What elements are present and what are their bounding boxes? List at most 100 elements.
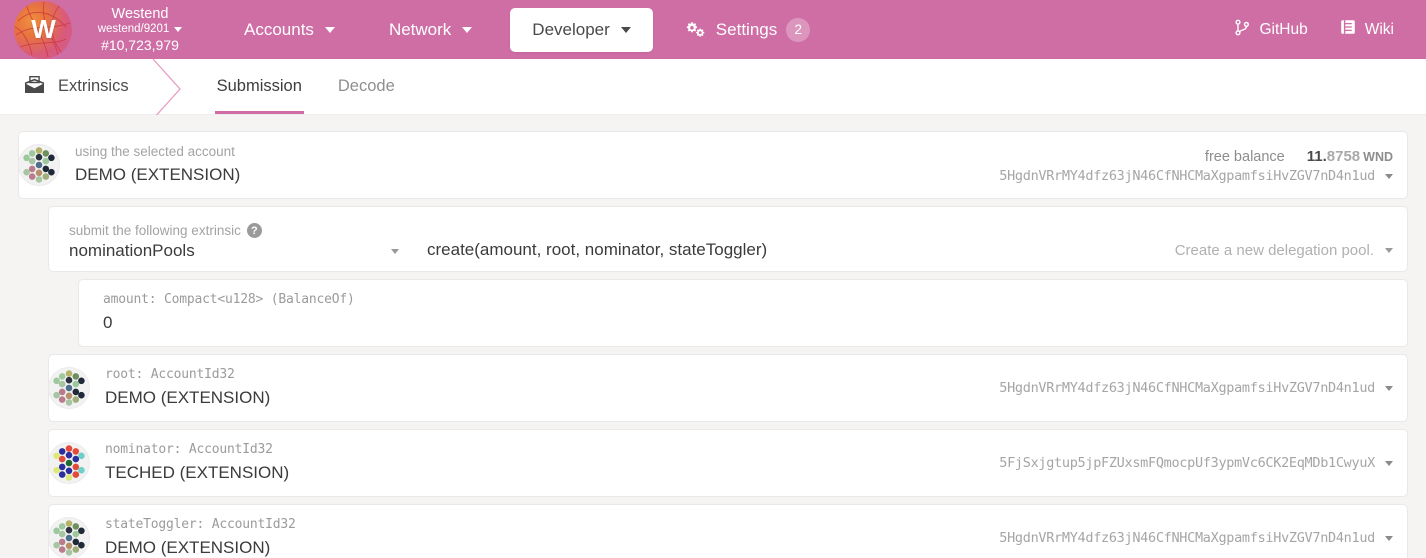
avatar[interactable] xyxy=(48,367,90,409)
extrinsic-selector-field: submit the following extrinsic ? nominat… xyxy=(48,206,1408,272)
section-title: Extrinsics xyxy=(58,77,129,95)
chain-spec-row: westend/9201 xyxy=(82,23,198,37)
param-row-statetoggler: stateToggler: AccountId32 DEMO (EXTENSIO… xyxy=(48,504,1408,558)
github-link-label: GitHub xyxy=(1259,20,1308,38)
chevron-down-icon xyxy=(174,27,183,33)
header-external-links: GitHub Wiki xyxy=(1221,11,1412,49)
extrinsic-selector-row: submit the following extrinsic ? nominat… xyxy=(48,206,1408,272)
chevron-down-icon xyxy=(391,248,399,254)
root-address-dropdown[interactable]: 5HgdnVRrMY4dfz63jN46CfNHCMaXgpamfsiHvZGV… xyxy=(999,380,1393,396)
account-label: using the selected account xyxy=(75,144,235,160)
account-selector-field[interactable]: using the selected account DEMO (EXTENSI… xyxy=(18,131,1408,199)
extrinsics-submission-form: using the selected account DEMO (EXTENSI… xyxy=(0,115,1426,558)
method-doc-select[interactable]: Create a new delegation pool. xyxy=(1175,242,1393,261)
nominator-address: 5FjSxjgtup5jpFZUxsmFQmocpUf3ypmVc6CK2EqM… xyxy=(999,455,1375,471)
root-label: root: AccountId32 xyxy=(105,367,235,383)
module-select-block: submit the following extrinsic ? nominat… xyxy=(69,221,399,261)
statetoggler-left: stateToggler: AccountId32 DEMO (EXTENSIO… xyxy=(105,515,296,558)
free-balance-int: 11. xyxy=(1306,147,1327,165)
nav-item-accounts[interactable]: Accounts xyxy=(224,10,355,50)
nominator-right: 5FjSxjgtup5jpFZUxsmFQmocpUf3ypmVc6CK2EqM… xyxy=(983,455,1393,471)
statetoggler-address-dropdown[interactable]: 5HgdnVRrMY4dfz63jN46CfNHCMaXgpamfsiHvZGV… xyxy=(999,530,1393,546)
amount-value[interactable]: 0 xyxy=(103,311,355,336)
tab-list: Submission Decode xyxy=(199,59,413,114)
chevron-down-icon xyxy=(1385,248,1393,253)
nav-item-developer[interactable]: Developer xyxy=(510,7,653,52)
tab-decode[interactable]: Decode xyxy=(320,59,413,114)
wiki-link-label: Wiki xyxy=(1364,20,1394,38)
root-address: 5HgdnVRrMY4dfz63jN46CfNHCMaXgpamfsiHvZGV… xyxy=(999,380,1375,396)
chevron-down-icon xyxy=(462,26,473,33)
param-row-root: root: AccountId32 DEMO (EXTENSION) 5Hgdn… xyxy=(48,354,1408,422)
statetoggler-account-field[interactable]: stateToggler: AccountId32 DEMO (EXTENSIO… xyxy=(48,504,1408,558)
extrinsic-label-row: submit the following extrinsic ? xyxy=(69,221,399,241)
nav-item-settings-label: Settings xyxy=(715,19,778,39)
chain-name: Westend xyxy=(111,5,169,22)
method-doc-text: Create a new delegation pool. xyxy=(1174,242,1374,259)
root-account-field[interactable]: root: AccountId32 DEMO (EXTENSION) 5Hgdn… xyxy=(48,354,1408,422)
chain-block-number: #10,723,979 xyxy=(101,36,179,53)
amount-input-field[interactable]: amount: Compact<u128> (BalanceOf) 0 xyxy=(78,279,1408,347)
chain-logo-letter: W xyxy=(31,14,56,44)
nominator-account-field[interactable]: nominator: AccountId32 TECHED (EXTENSION… xyxy=(48,429,1408,497)
section-divider xyxy=(150,58,194,120)
free-balance-amount: 11.8758 WND xyxy=(1307,146,1393,169)
method-select-value: create(amount, root, nominator, stateTog… xyxy=(427,240,768,259)
gear-icon xyxy=(685,21,707,39)
avatar[interactable] xyxy=(18,144,60,186)
chevron-down-icon xyxy=(1385,535,1393,541)
github-link[interactable]: GitHub xyxy=(1221,11,1321,49)
question-mark-icon[interactable]: ? xyxy=(246,223,262,239)
account-left: using the selected account DEMO (EXTENSI… xyxy=(75,142,240,188)
param-row-nominator: nominator: AccountId32 TECHED (EXTENSION… xyxy=(48,429,1408,497)
wiki-link[interactable]: Wiki xyxy=(1326,11,1408,48)
git-branch-icon xyxy=(1235,19,1250,41)
free-balance-label: free balance xyxy=(1204,148,1285,165)
param-row-amount: amount: Compact<u128> (BalanceOf) 0 xyxy=(78,279,1408,347)
nav-item-network[interactable]: Network xyxy=(369,10,492,50)
nominator-label: nominator: AccountId32 xyxy=(105,442,273,458)
free-balance-frac: 8758 xyxy=(1326,147,1361,165)
nominator-address-dropdown[interactable]: 5FjSxjgtup5jpFZUxsmFQmocpUf3ypmVc6CK2EqM… xyxy=(999,455,1393,471)
root-right: 5HgdnVRrMY4dfz63jN46CfNHCMaXgpamfsiHvZGV… xyxy=(983,380,1393,396)
account-address-dropdown[interactable]: 5HgdnVRrMY4dfz63jN46CfNHCMaXgpamfsiHvZGV… xyxy=(999,168,1393,184)
tab-decode-label: Decode xyxy=(337,77,395,95)
chevron-down-icon xyxy=(324,26,335,33)
module-select-value: nominationPools xyxy=(69,241,195,260)
nav-item-network-label: Network xyxy=(388,19,452,39)
chevron-down-icon xyxy=(1385,460,1393,466)
account-address: 5HgdnVRrMY4dfz63jN46CfNHCMaXgpamfsiHvZGV… xyxy=(999,168,1375,185)
chain-logo[interactable]: W xyxy=(14,0,72,59)
nominator-left: nominator: AccountId32 TECHED (EXTENSION… xyxy=(105,440,289,485)
nav-item-settings[interactable]: Settings 2 xyxy=(665,8,830,52)
amount-label: amount: Compact<u128> (BalanceOf) xyxy=(103,292,355,308)
avatar[interactable] xyxy=(48,517,90,558)
module-select[interactable]: nominationPools xyxy=(69,241,399,261)
account-right: free balance 11.8758 WND 5HgdnVRrMY4dfz63… xyxy=(983,146,1393,184)
free-balance-unit: WND xyxy=(1363,149,1393,164)
free-balance: free balance 11.8758 WND xyxy=(999,146,1393,169)
envelope-open-icon xyxy=(24,75,45,99)
nominator-value: TECHED (EXTENSION) xyxy=(105,462,290,482)
chevron-down-icon xyxy=(1385,173,1393,179)
nav-item-developer-label: Developer xyxy=(532,19,610,39)
statetoggler-label: stateToggler: AccountId32 xyxy=(105,517,296,533)
tab-submission[interactable]: Submission xyxy=(199,59,320,114)
root-left: root: AccountId32 DEMO (EXTENSION) xyxy=(105,365,270,410)
avatar[interactable] xyxy=(48,442,90,484)
method-select[interactable]: create(amount, root, nominator, stateTog… xyxy=(399,240,767,261)
settings-badge-count: 2 xyxy=(786,17,811,42)
root-value: DEMO (EXTENSION) xyxy=(105,387,271,407)
section-title-group: Extrinsics xyxy=(0,58,181,120)
chain-spec: westend/9201 xyxy=(97,23,170,36)
chevron-down-icon xyxy=(1385,385,1393,391)
chain-selector[interactable]: Westend westend/9201 #10,723,979 xyxy=(82,6,202,53)
statetoggler-value: DEMO (EXTENSION) xyxy=(105,537,271,557)
chevron-down-icon xyxy=(620,26,631,33)
statetoggler-address: 5HgdnVRrMY4dfz63jN46CfNHCMaXgpamfsiHvZGV… xyxy=(999,530,1375,546)
top-header-bar: W Westend westend/9201 #10,723,979 Accou… xyxy=(0,0,1426,59)
tab-submission-label: Submission xyxy=(216,77,302,95)
account-row: using the selected account DEMO (EXTENSI… xyxy=(18,131,1408,199)
section-tab-bar: Extrinsics Submission Decode xyxy=(0,58,1426,120)
extrinsic-label: submit the following extrinsic xyxy=(69,222,241,238)
